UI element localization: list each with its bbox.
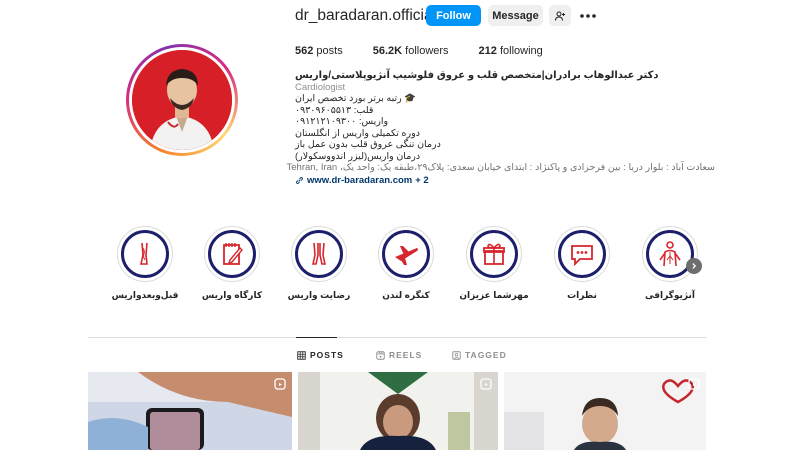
- highlight-comments[interactable]: نظرات: [537, 226, 627, 301]
- more-options-button[interactable]: [579, 9, 597, 21]
- link-icon: [296, 176, 303, 184]
- bio-line: درمان واریس(لیزر اندووسکولار): [295, 150, 421, 162]
- story-highlights: آنژیوگرافی نظرات مهرشما عزیزان کنگره لند…: [0, 226, 800, 306]
- reel-indicator-icon: [274, 378, 286, 390]
- tabs-divider: [88, 337, 706, 338]
- body-vessels-icon: [659, 241, 681, 267]
- bio-line: دوره تکمیلی واریس از انگلستان: [295, 127, 420, 139]
- chat-bubble-icon: [571, 245, 593, 267]
- reel-indicator-icon: [480, 378, 492, 390]
- active-tab-indicator: [296, 337, 337, 338]
- following-stat[interactable]: 212 following: [479, 45, 543, 57]
- legs-icon: [312, 242, 326, 265]
- message-button[interactable]: Message: [488, 5, 543, 26]
- highlight-gifts[interactable]: مهرشما عزیزان: [449, 226, 539, 301]
- followers-stat[interactable]: 56.2K followers: [373, 45, 449, 57]
- highlight-london-congress[interactable]: کنگره لندن: [361, 226, 451, 301]
- highlight-varicose-satisfaction[interactable]: رضایت واریس: [274, 226, 364, 301]
- bio-line: واریس: ۰۹۱۲۱۲۱۰۹۳۰۰: [295, 116, 389, 127]
- add-person-icon: [555, 11, 565, 21]
- bio-website-link[interactable]: www.dr-baradaran.com + 2: [295, 175, 715, 187]
- tab-tagged[interactable]: TAGGED: [452, 350, 507, 360]
- profile-avatar[interactable]: [126, 44, 238, 156]
- highlight-varicose-workshop[interactable]: کارگاه واریس: [187, 226, 277, 301]
- bio-category: Cardiologist: [295, 81, 346, 93]
- reels-icon: [376, 350, 385, 360]
- profile-bio: دکتر عبدالوهاب برادران|متخصص قلب و عروق …: [286, 70, 716, 187]
- avatar-photo: [132, 50, 232, 150]
- profile-username: dr_baradaran.official: [295, 7, 437, 24]
- post-thumbnail[interactable]: [298, 372, 498, 450]
- bio-full-name: دکتر عبدالوهاب برادران|متخصص قلب و عروق …: [295, 70, 659, 81]
- highlights-next-button[interactable]: [686, 258, 702, 274]
- bio-line: قلب: ۰۹۳۰۹۶۰۵۵۱۳: [295, 104, 374, 116]
- avatar-illustration: [132, 50, 232, 150]
- bio-line: 🎓 رتبه برتر بورد تخصص ایران: [295, 93, 417, 104]
- posts-stat: 562 posts: [295, 45, 343, 57]
- notepad-icon: [223, 243, 243, 265]
- follow-button[interactable]: Follow: [426, 5, 481, 26]
- post-image: [88, 372, 292, 450]
- airplane-icon: [395, 246, 418, 265]
- reel-indicator-icon: [688, 378, 700, 390]
- profile-stats: 562 posts 56.2K followers 212 following: [295, 45, 573, 57]
- post-thumbnail[interactable]: [88, 372, 292, 450]
- tab-reels[interactable]: REELS: [376, 350, 422, 360]
- chevron-right-icon: [692, 263, 697, 269]
- grid-icon: [297, 350, 306, 360]
- bio-address: سعادت آباد : بلوار دریا : بین فرحزادی و …: [286, 162, 716, 173]
- tag-icon: [452, 350, 461, 360]
- post-thumbnail[interactable]: [504, 372, 706, 450]
- post-image: [504, 372, 706, 450]
- tab-posts[interactable]: POSTS: [297, 350, 344, 360]
- suggested-accounts-button[interactable]: [549, 5, 571, 26]
- post-image: [298, 372, 498, 450]
- ellipsis-icon: [580, 14, 596, 18]
- bio-line: درمان تنگی عروق قلب بدون عمل باز: [295, 139, 441, 150]
- leg-icon: [140, 242, 148, 265]
- highlight-varicose-before-after[interactable]: قبل‌وبعدواریس: [100, 226, 190, 301]
- gift-icon: [483, 243, 505, 265]
